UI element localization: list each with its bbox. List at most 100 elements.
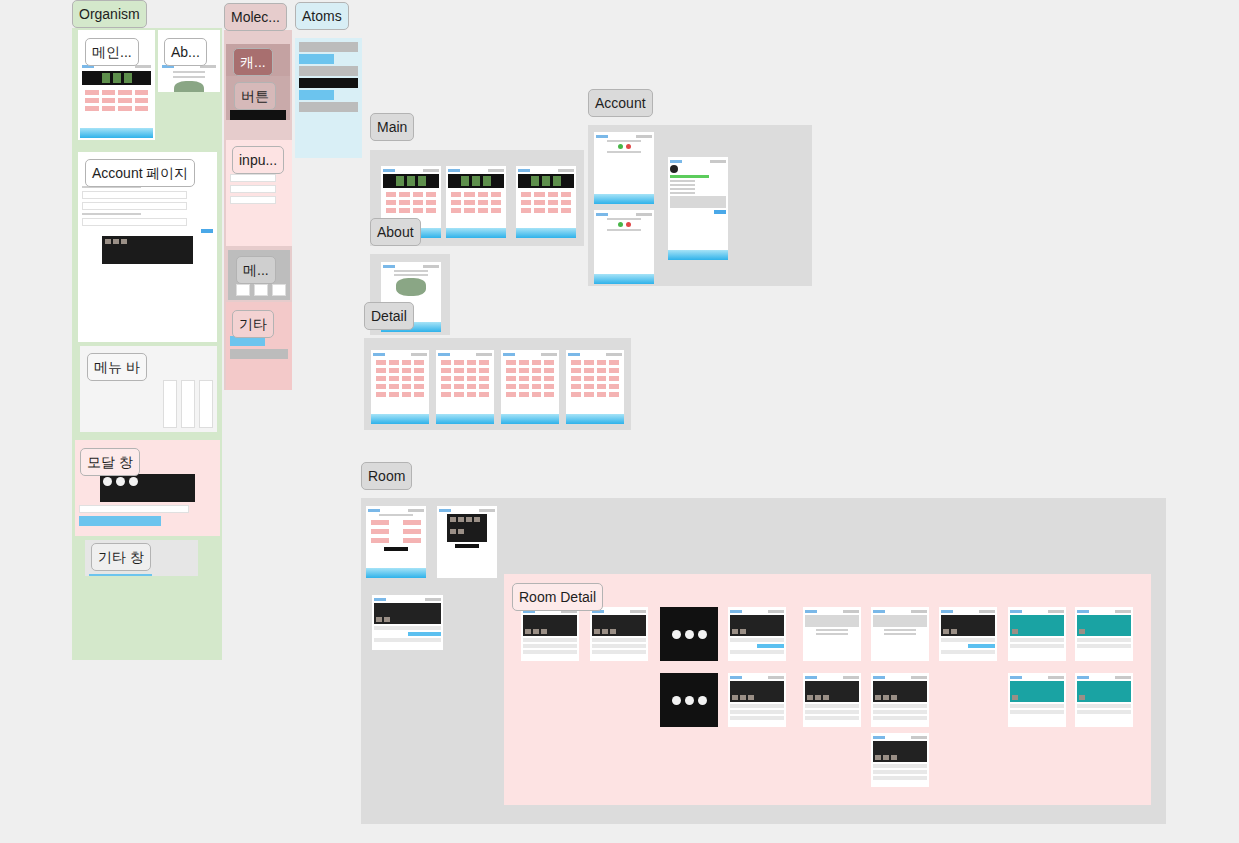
mock-part (402, 392, 412, 397)
mock-part (521, 192, 531, 197)
mock-part (698, 696, 707, 705)
mock-part (414, 368, 424, 373)
mock-part (82, 218, 187, 226)
mock-part (450, 517, 456, 522)
screen-thumbnail[interactable] (366, 506, 426, 578)
frame-label[interactable]: Account (588, 89, 653, 117)
mock-part (1010, 704, 1064, 708)
mock-part (805, 710, 859, 714)
screen-thumbnail[interactable] (594, 210, 654, 284)
frame-label[interactable]: 기타 (232, 310, 274, 338)
screen-thumbnail[interactable] (446, 166, 506, 238)
mock-part (383, 264, 439, 268)
mock-part (730, 638, 784, 642)
mock-part (519, 392, 529, 397)
mock-part (458, 517, 464, 522)
mock-part (82, 213, 141, 215)
mock-part (446, 228, 506, 238)
screen-thumbnail[interactable] (1008, 607, 1066, 661)
screen-thumbnail[interactable] (594, 132, 654, 204)
mock-part (553, 176, 561, 186)
screen-thumbnail[interactable] (660, 607, 718, 661)
frame-label[interactable]: 메... (236, 256, 276, 284)
mock-part (82, 88, 151, 113)
mock-part (1010, 638, 1064, 642)
mock-part (891, 695, 897, 700)
frame-label[interactable]: 메인... (85, 38, 139, 66)
frame-label[interactable]: Atoms (295, 2, 349, 30)
mock-part (740, 629, 746, 634)
mock-part (118, 98, 132, 103)
frame-label[interactable]: 버튼 (234, 82, 276, 110)
mock-part (479, 368, 489, 373)
mock-part (491, 200, 501, 205)
screen-thumbnail[interactable] (372, 595, 443, 650)
screen-thumbnail[interactable] (566, 350, 624, 424)
frame-label[interactable]: Account 페이지 (85, 159, 195, 187)
screen-thumbnail[interactable] (371, 350, 429, 424)
frame-label[interactable]: 모달 창 (80, 448, 140, 476)
screen-thumbnail[interactable] (590, 607, 648, 661)
screen-thumbnail[interactable] (871, 733, 929, 787)
screen-thumbnail[interactable] (660, 673, 718, 727)
screen-thumbnail[interactable] (297, 40, 360, 156)
mock-part (299, 102, 358, 112)
mock-part (873, 675, 927, 679)
mock-part (464, 200, 474, 205)
mock-part (506, 360, 516, 365)
mock-part (403, 529, 421, 534)
mock-part (607, 218, 641, 220)
screen-thumbnail[interactable] (1075, 607, 1133, 661)
mock-part (82, 191, 187, 199)
mock-part (368, 508, 424, 512)
frame-label[interactable]: 캐... (233, 48, 273, 76)
mock-part (534, 200, 544, 205)
screen-thumbnail[interactable] (939, 607, 997, 661)
frame-label[interactable]: Room Detail (512, 583, 603, 611)
screen-thumbnail[interactable] (521, 607, 579, 661)
frame-label[interactable]: Molec... (224, 3, 287, 31)
mock-part (584, 376, 594, 381)
screen-thumbnail[interactable] (1008, 673, 1066, 727)
mock-part (230, 174, 276, 182)
frame-label[interactable]: inpu... (232, 146, 284, 174)
mock-part (805, 704, 859, 708)
frame-label[interactable]: Detail (364, 302, 414, 330)
mock-part (941, 615, 995, 636)
screen-thumbnail[interactable] (436, 350, 494, 424)
frame-label[interactable]: Room (361, 462, 412, 490)
screen-thumbnail[interactable] (728, 607, 786, 661)
screen-thumbnail[interactable] (516, 166, 576, 238)
design-canvas[interactable]: Organism 메인... Ab... Account 페이지메뉴 바모달 창기타 … (0, 0, 1239, 843)
screen-thumbnail[interactable] (871, 673, 929, 727)
mock-part (525, 629, 531, 634)
frame-label[interactable]: Main (370, 113, 414, 141)
screen-thumbnail[interactable] (803, 673, 861, 727)
mock-part (376, 376, 386, 381)
frame-label[interactable]: About (370, 218, 421, 246)
mock-part (730, 609, 784, 613)
mock-part (506, 376, 516, 381)
mock-part (389, 384, 399, 389)
screen-thumbnail[interactable] (803, 607, 861, 661)
mock-part (597, 360, 607, 365)
mock-part (454, 368, 464, 373)
mock-part (79, 505, 189, 513)
frame-label[interactable]: Ab... (164, 38, 207, 66)
screen-thumbnail[interactable] (437, 506, 497, 578)
mock-part (534, 208, 544, 213)
screen-thumbnail[interactable] (1075, 673, 1133, 727)
screen-thumbnail[interactable] (871, 607, 929, 661)
mock-part (873, 615, 927, 627)
mock-part (805, 609, 859, 613)
mock-part (662, 696, 716, 705)
mock-part (873, 764, 927, 768)
frame-label[interactable]: 기타 창 (91, 543, 151, 571)
mock-part (467, 392, 477, 397)
screen-thumbnail[interactable] (668, 157, 728, 260)
mock-part (413, 192, 423, 197)
screen-thumbnail[interactable] (501, 350, 559, 424)
frame-label[interactable]: 메뉴 바 (87, 353, 147, 381)
frame-label[interactable]: Organism (72, 0, 147, 28)
screen-thumbnail[interactable] (728, 673, 786, 727)
